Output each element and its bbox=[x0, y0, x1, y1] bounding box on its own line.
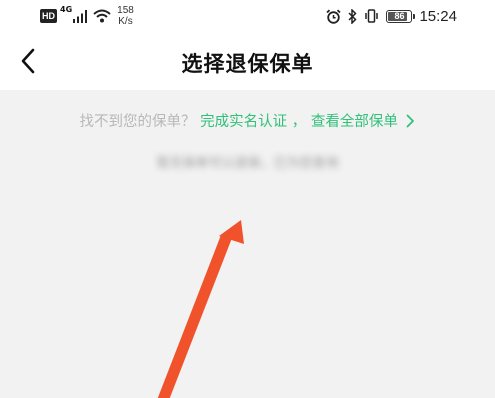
arrow-shaft bbox=[157, 235, 232, 398]
pointer-arrow-annotation bbox=[157, 220, 244, 398]
